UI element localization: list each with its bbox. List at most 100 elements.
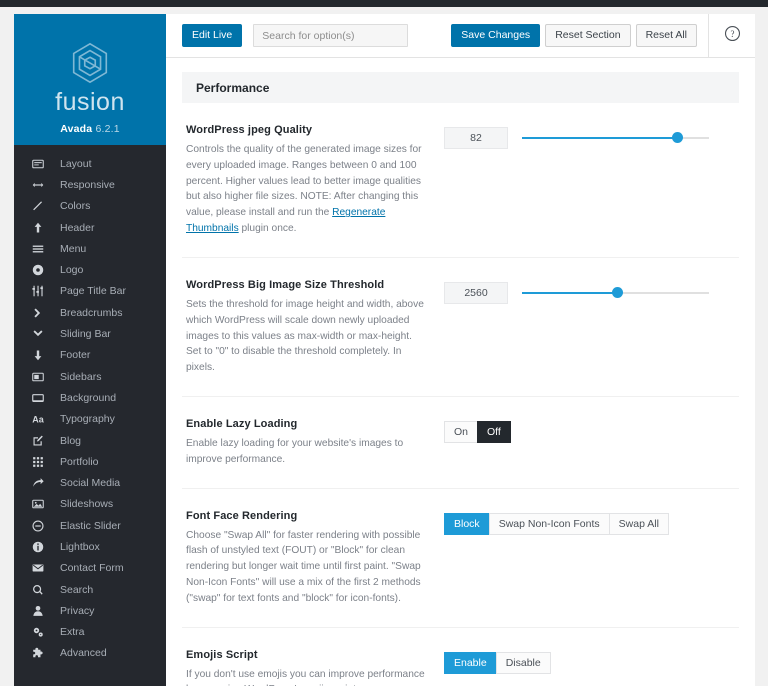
option-title: Enable Lazy Loading	[186, 417, 298, 430]
arrows-horizontal-icon	[32, 179, 54, 191]
sidebar-item-typography[interactable]: Aa Typography	[14, 409, 166, 430]
sidebar-item-label: Colors	[60, 200, 91, 213]
circle-minus-icon	[32, 520, 54, 532]
option-button-off[interactable]: Off	[477, 420, 511, 443]
sidebar-item-label: Slideshows	[60, 498, 114, 511]
sidebar-item-blog[interactable]: Blog	[14, 430, 166, 451]
sidebar-item-label: Page Title Bar	[60, 285, 126, 298]
reset-section-button[interactable]: Reset Section	[545, 24, 631, 47]
hamburger-menu-icon	[32, 243, 54, 255]
option-info: Font Face Rendering Choose "Swap All" for…	[182, 510, 444, 607]
numeric-value-field[interactable]: 82	[444, 127, 508, 149]
sidebar-item-label: Header	[60, 221, 95, 234]
option-button-swap-all[interactable]: Swap All	[608, 512, 669, 535]
brand-wordmark: fusion	[55, 88, 125, 116]
slider-fill	[522, 291, 618, 294]
sidebar-item-sliding-bar[interactable]: Sliding Bar	[14, 323, 166, 344]
search-input[interactable]	[253, 24, 409, 47]
option-button-disable[interactable]: Disable	[495, 651, 551, 674]
slider-control: 82	[444, 127, 739, 149]
brand-version-number: 6.2.1	[95, 123, 120, 135]
option-info: WordPress jpeg Quality Controls the quali…	[182, 124, 444, 237]
sidebar-item-contact-form[interactable]: Contact Form	[14, 558, 166, 579]
brand-header: fusion Avada 6.2.1	[14, 14, 166, 145]
sidebar-item-extra[interactable]: Extra	[14, 622, 166, 643]
slider-fill	[522, 137, 678, 139]
sidebar-item-menu[interactable]: Menu	[14, 238, 166, 259]
sidebar-item-label: Blog	[60, 434, 82, 447]
button-group: Block Swap Non-Icon Fonts Swap All	[444, 512, 669, 535]
sidebar-item-label: Layout	[60, 157, 92, 170]
chevron-down-icon	[32, 328, 54, 340]
options-list: WordPress jpeg Quality Controls the quali…	[182, 103, 739, 686]
sliders-icon	[32, 285, 54, 297]
option-description-text: Choose "Swap All" for faster rendering w…	[186, 529, 421, 604]
option-title: WordPress jpeg Quality	[186, 124, 313, 136]
sidebar-item-label: Background	[60, 391, 117, 404]
sidebar-item-breadcrumbs[interactable]: Breadcrumbs	[14, 302, 166, 323]
sidebar: fusion Avada 6.2.1 Layout Responsive Color…	[14, 14, 166, 686]
page-background: fusion Avada 6.2.1 Layout Responsive Color…	[0, 7, 768, 686]
sidebar-item-header[interactable]: Header	[14, 217, 166, 238]
content-scroll-area[interactable]: Performance WordPress jpeg Quality Contro…	[166, 58, 755, 686]
window-icon	[32, 392, 54, 404]
sidebar-item-label: Search	[60, 583, 94, 596]
puzzle-icon	[32, 647, 54, 659]
sidebar-item-search[interactable]: Search	[14, 579, 166, 600]
sidebar-item-page-title-bar[interactable]: Page Title Bar	[14, 281, 166, 302]
sidebar-item-portfolio[interactable]: Portfolio	[14, 451, 166, 472]
slider-handle[interactable]	[671, 132, 683, 143]
grid-icon	[32, 456, 54, 468]
sidebar-item-layout[interactable]: Layout	[14, 153, 166, 174]
sidebar-item-footer[interactable]: Footer	[14, 345, 166, 366]
sidebar-item-background[interactable]: Background	[14, 387, 166, 408]
toolbar: Edit Live Save Changes Reset Section Res…	[166, 14, 755, 58]
sidebar-item-label: Typography	[60, 413, 115, 426]
sidebar-item-responsive[interactable]: Responsive	[14, 174, 166, 195]
option-button-on[interactable]: On	[444, 420, 478, 443]
range-slider[interactable]	[522, 282, 709, 304]
option-button-block[interactable]: Block	[444, 512, 489, 535]
brand-product-name: Avada	[60, 123, 93, 135]
option-control: Enable Disable	[444, 649, 739, 686]
option-button-swap-non-icon-fonts[interactable]: Swap Non-Icon Fonts	[488, 512, 609, 535]
option-control: On Off	[444, 418, 739, 468]
range-slider[interactable]	[522, 127, 709, 149]
sidebar-item-slideshows[interactable]: Slideshows	[14, 494, 166, 515]
slider-control: 2560	[444, 281, 739, 304]
option-description-text: Enable lazy loading for your website's i…	[186, 437, 404, 465]
save-changes-button[interactable]: Save Changes	[451, 24, 541, 47]
sidebar-item-sidebars[interactable]: Sidebars	[14, 366, 166, 387]
reset-all-button[interactable]: Reset All	[635, 24, 697, 47]
option-description: If you don't use emojis you can improve …	[186, 667, 430, 686]
option-description: Controls the quality of the generated im…	[186, 142, 430, 237]
slider-handle[interactable]	[611, 286, 623, 298]
sidebar-item-elastic-slider[interactable]: Elastic Slider	[14, 515, 166, 536]
option-button-enable[interactable]: Enable	[444, 651, 496, 674]
image-icon	[32, 498, 54, 510]
edit-live-button[interactable]: Edit Live	[182, 24, 243, 47]
option-row: WordPress jpeg Quality Controls the quali…	[182, 103, 739, 258]
fusion-hex-logo-icon	[67, 40, 113, 86]
wordpress-admin-bar	[0, 0, 768, 7]
sidebar-item-colors[interactable]: Colors	[14, 196, 166, 217]
arrow-down-icon	[32, 349, 54, 361]
circle-dot-icon	[32, 264, 54, 276]
option-title: WordPress Big Image Size Threshold	[186, 278, 385, 291]
help-button[interactable]: ?	[708, 14, 755, 58]
question-circle-icon: ?	[724, 25, 741, 47]
sidebar-item-advanced[interactable]: Advanced	[14, 643, 166, 664]
sidebar-item-lightbox[interactable]: Lightbox	[14, 536, 166, 557]
option-description: Sets the threshold for image height and …	[186, 297, 430, 376]
option-description-text: Sets the threshold for image height and …	[186, 298, 424, 374]
sidebar-item-privacy[interactable]: Privacy	[14, 600, 166, 621]
brand-version: Avada 6.2.1	[60, 123, 120, 135]
sidebar-item-label: Privacy	[60, 604, 95, 617]
numeric-value-field[interactable]: 2560	[444, 281, 508, 304]
sidebar-item-label: Social Media	[60, 477, 121, 490]
option-control: 82	[444, 124, 739, 237]
sidebar-item-social-media[interactable]: Social Media	[14, 472, 166, 493]
envelope-icon	[32, 562, 54, 574]
option-description-text: Controls the quality of the generated im…	[186, 144, 422, 219]
sidebar-item-logo[interactable]: Logo	[14, 259, 166, 280]
